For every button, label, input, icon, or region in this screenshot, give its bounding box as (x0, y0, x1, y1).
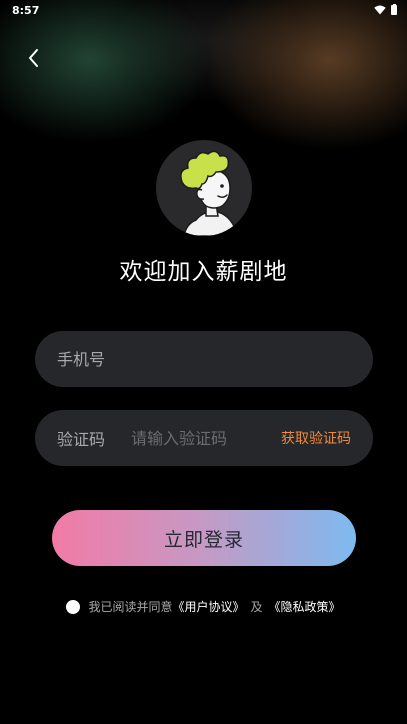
get-code-button[interactable]: 获取验证码 (281, 428, 351, 448)
status-bar: 8:57 (0, 0, 407, 20)
agree-checkbox[interactable] (66, 599, 81, 614)
login-button-label: 立即登录 (163, 528, 244, 551)
agreement-prefix: 我已阅读并同意 (88, 600, 173, 614)
verification-code-label: 验证码 (57, 430, 106, 449)
agreement-and: 及 (250, 600, 263, 614)
avatar (156, 140, 252, 236)
battery-icon (391, 3, 397, 15)
wifi-icon (374, 5, 386, 15)
back-button[interactable] (20, 44, 48, 72)
cartoon-avatar-icon (180, 150, 239, 236)
status-time: 8:57 (12, 3, 40, 17)
privacy-policy-link[interactable]: 《隐私政策》 (269, 598, 341, 615)
verification-code-field[interactable]: 验证码 获取验证码 (35, 410, 373, 466)
phone-field[interactable] (35, 331, 373, 387)
welcome-title: 欢迎加入薪剧地 (119, 259, 288, 285)
user-agreement-link[interactable]: 《用户协议》 (172, 598, 244, 615)
login-button[interactable]: 立即登录 (52, 510, 356, 566)
verification-code-input[interactable] (131, 428, 281, 448)
agreement-row: 我已阅读并同意 《用户协议》 及 《隐私政策》 (0, 598, 407, 615)
chevron-left-icon (29, 49, 38, 67)
status-icons (374, 3, 397, 15)
phone-input[interactable] (57, 349, 351, 369)
